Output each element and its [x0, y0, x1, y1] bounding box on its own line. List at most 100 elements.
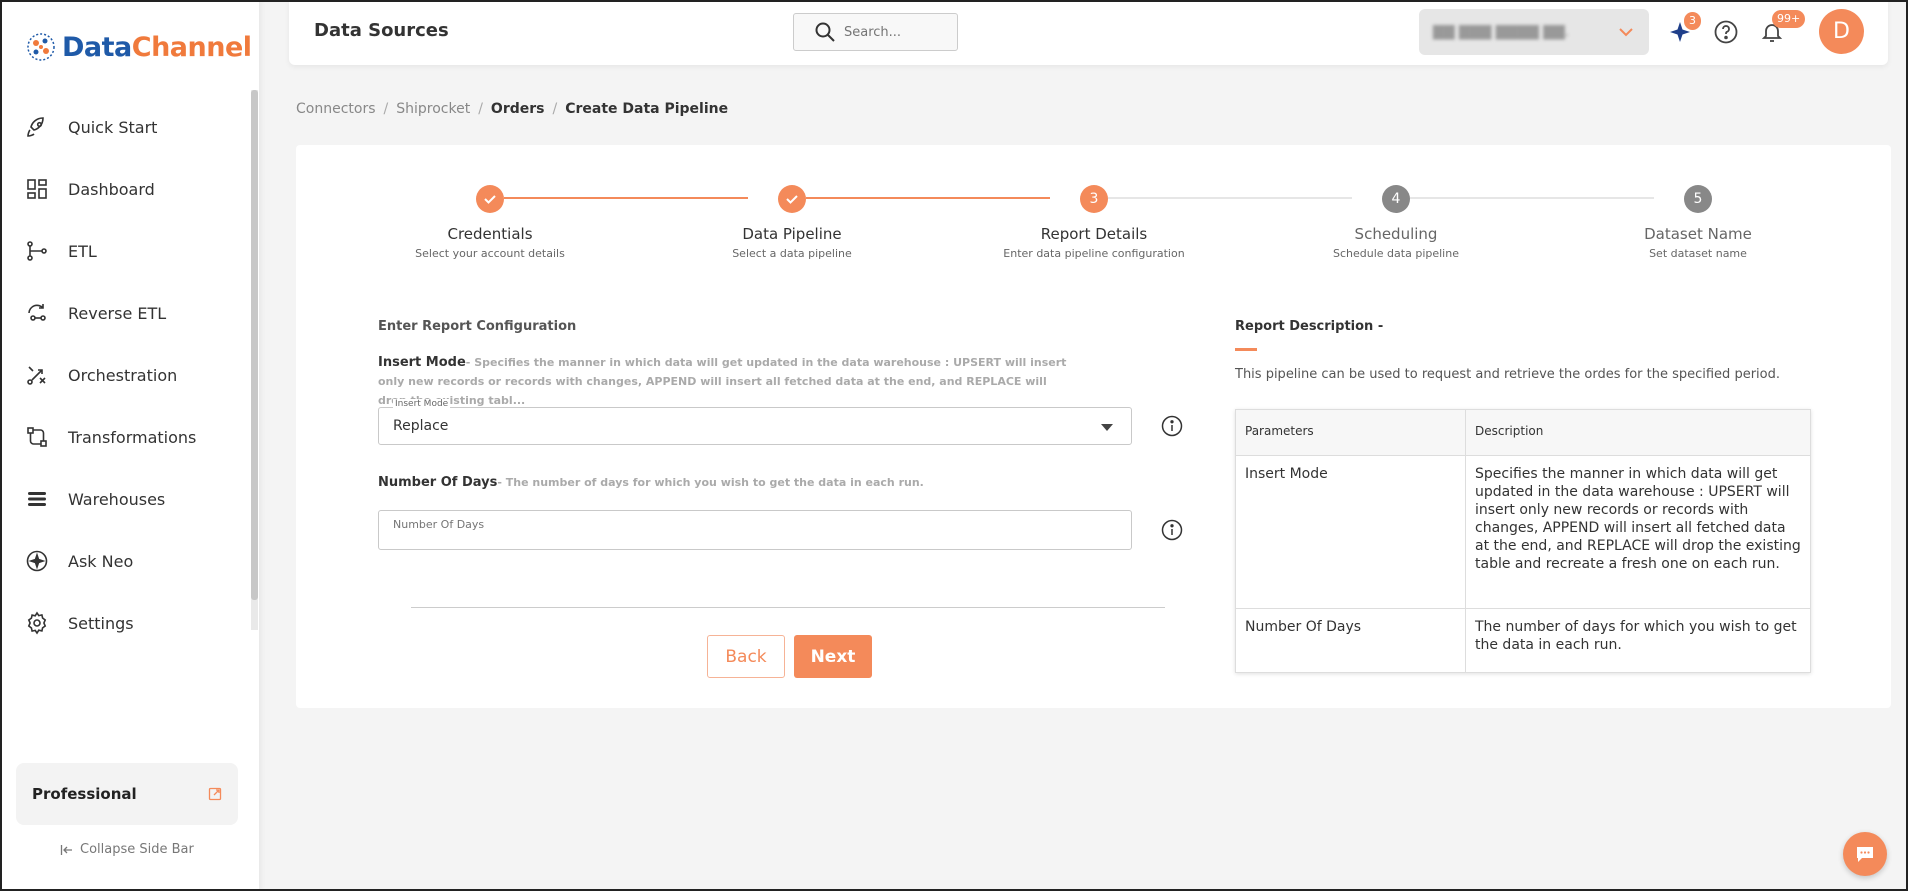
rocket-icon: [24, 114, 50, 140]
sidebar-item-dashboard[interactable]: Dashboard: [0, 158, 250, 220]
insert-mode-floating-label: Insert Mode: [393, 399, 451, 409]
help-button[interactable]: [1710, 16, 1742, 48]
step-credentials: Credentials Select your account details: [390, 185, 590, 260]
step-title: Scheduling: [1354, 225, 1438, 243]
sparkle-badge: 3: [1684, 12, 1701, 30]
sidebar-scrollbar-thumb[interactable]: [251, 90, 258, 600]
report-description-accent: [1235, 348, 1257, 351]
avatar[interactable]: D: [1819, 9, 1864, 54]
workspace-selector[interactable]: ▇▇ ▇▇▇ ▇▇▇▇ ▇▇.: [1419, 9, 1649, 55]
back-button[interactable]: Back: [707, 635, 785, 678]
chat-support-button[interactable]: [1843, 832, 1887, 876]
topbar: Data Sources ▇▇ ▇▇▇ ▇▇▇▇ ▇▇. 3 99+ D: [289, 0, 1888, 65]
check-icon: [778, 185, 806, 213]
breadcrumb: Connectors / Shiprocket / Orders / Creat…: [296, 101, 728, 117]
number-of-days-field[interactable]: [378, 510, 1132, 550]
sidebar-scrollbar[interactable]: [251, 90, 258, 630]
sparkle-icon: [24, 548, 50, 574]
report-description-text: This pipeline can be used to request and…: [1235, 367, 1780, 382]
collapse-sidebar-button[interactable]: Collapse Side Bar: [60, 842, 194, 857]
collapse-arrow-icon: [60, 844, 72, 855]
report-description-title: Report Description -: [1235, 319, 1384, 334]
step-subtitle: Select a data pipeline: [732, 247, 852, 260]
brand-name: DataChannel: [62, 31, 252, 63]
sidebar-item-warehouses[interactable]: Warehouses: [0, 468, 250, 530]
etl-icon: [24, 238, 50, 264]
step-title: Credentials: [447, 225, 533, 243]
plan-label: Professional: [32, 785, 137, 803]
sidebar-item-label: Warehouses: [68, 489, 166, 509]
step-number: 4: [1382, 185, 1410, 213]
sidebar-item-transformations[interactable]: Transformations: [0, 406, 250, 468]
reverse-etl-icon: [24, 300, 50, 326]
plan-box[interactable]: Professional: [16, 763, 238, 825]
step-data-pipeline: Data Pipeline Select a data pipeline: [692, 185, 892, 260]
ai-sparkle-button[interactable]: 3: [1664, 12, 1701, 48]
sidebar-item-label: ETL: [68, 241, 97, 261]
table-cell-desc: The number of days for which you wish to…: [1465, 608, 1811, 673]
search-icon: [815, 22, 835, 42]
check-icon: [476, 185, 504, 213]
sidebar-item-etl[interactable]: ETL: [0, 220, 250, 282]
breadcrumb-create-pipeline: Create Data Pipeline: [565, 101, 729, 117]
next-button[interactable]: Next: [794, 635, 872, 678]
chevron-down-icon: [1619, 28, 1633, 37]
insert-mode-title: Insert Mode: [378, 355, 466, 370]
notification-badge: 99+: [1772, 10, 1806, 28]
form-heading: Enter Report Configuration: [378, 319, 577, 334]
step-subtitle: Enter data pipeline configuration: [1003, 247, 1185, 260]
sidebar-item-label: Ask Neo: [68, 551, 134, 571]
parameters-table: Parameters Description Insert Mode Speci…: [1235, 409, 1811, 673]
breadcrumb-orders[interactable]: Orders: [491, 101, 545, 117]
insert-mode-select[interactable]: Insert Mode Replace: [378, 399, 1132, 445]
step-number: 5: [1684, 185, 1712, 213]
sidebar: DataChannel Quick Start Dashboard ETL Re…: [0, 0, 259, 891]
step-subtitle: Set dataset name: [1649, 247, 1747, 260]
step-dataset-name: 5 Dataset Name Set dataset name: [1598, 185, 1798, 260]
sidebar-item-orchestration[interactable]: Orchestration: [0, 344, 250, 406]
table-cell-param: Number Of Days: [1235, 608, 1466, 673]
warehouses-icon: [24, 486, 50, 512]
table-cell-param: Insert Mode: [1235, 455, 1466, 609]
notifications-button[interactable]: 99+: [1756, 10, 1806, 48]
sidebar-item-label: Quick Start: [68, 117, 158, 137]
sidebar-item-label: Dashboard: [68, 179, 155, 199]
collapse-sidebar-label: Collapse Side Bar: [80, 842, 194, 857]
table-header-parameters: Parameters: [1235, 409, 1466, 456]
search-input[interactable]: [844, 24, 944, 40]
chat-icon: [1857, 847, 1873, 862]
step-subtitle: Select your account details: [415, 247, 565, 260]
step-report-details: 3 Report Details Enter data pipeline con…: [994, 185, 1194, 260]
info-icon[interactable]: [1161, 519, 1183, 541]
brand-logo[interactable]: DataChannel: [24, 30, 252, 64]
logo-globe-icon: [27, 33, 55, 61]
orchestration-icon: [24, 362, 50, 388]
sidebar-item-quick-start[interactable]: Quick Start: [0, 96, 250, 158]
breadcrumb-connectors[interactable]: Connectors: [296, 101, 376, 117]
sidebar-item-reverse-etl[interactable]: Reverse ETL: [0, 282, 250, 344]
insert-mode-label: Insert Mode- Specifies the manner in whi…: [378, 353, 1078, 410]
page-title: Data Sources: [314, 20, 449, 41]
search-box[interactable]: [793, 13, 958, 51]
sidebar-item-label: Orchestration: [68, 365, 178, 385]
sidebar-item-ask-neo[interactable]: Ask Neo: [0, 530, 250, 592]
number-of-days-description: - The number of days for which you wish …: [497, 476, 924, 489]
breadcrumb-shiprocket[interactable]: Shiprocket: [396, 101, 470, 117]
table-row: Number Of Days The number of days for wh…: [1235, 608, 1811, 673]
caret-down-icon: [1101, 424, 1113, 431]
step-title: Report Details: [1040, 225, 1148, 243]
step-scheduling: 4 Scheduling Schedule data pipeline: [1296, 185, 1496, 260]
number-of-days-label: Number Of Days- The number of days for w…: [378, 473, 924, 492]
transformations-icon: [24, 424, 50, 450]
number-of-days-input[interactable]: [379, 511, 1131, 549]
insert-mode-value: Replace: [393, 418, 449, 434]
sidebar-item-label: Reverse ETL: [68, 303, 167, 323]
step-number: 3: [1080, 185, 1108, 213]
external-link-icon[interactable]: [208, 787, 222, 801]
info-icon[interactable]: [1161, 415, 1183, 437]
gear-icon: [24, 610, 50, 636]
sidebar-item-settings[interactable]: Settings: [0, 592, 250, 654]
breadcrumb-separator: /: [383, 101, 389, 117]
step-subtitle: Schedule data pipeline: [1333, 247, 1459, 260]
breadcrumb-separator: /: [478, 101, 483, 117]
